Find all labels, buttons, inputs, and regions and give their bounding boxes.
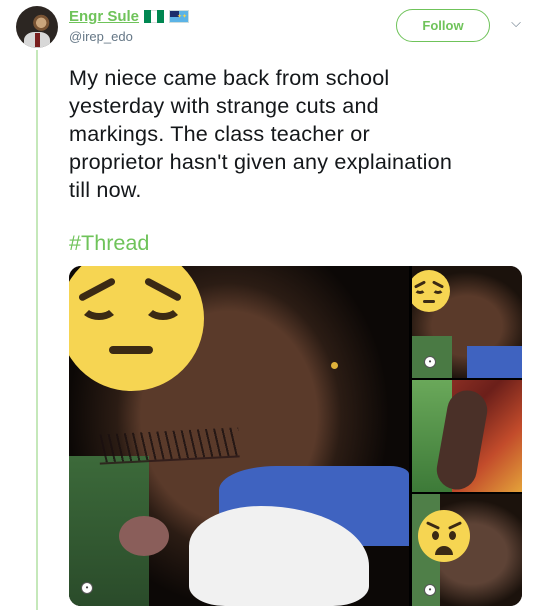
photo-stitches: [98, 427, 240, 465]
tuvalu-flag-icon: [169, 10, 190, 23]
tweet-text: My niece came back from school yesterday…: [69, 64, 524, 204]
photo-main[interactable]: •: [69, 266, 409, 606]
photo-thumb-1[interactable]: •: [412, 266, 522, 378]
photo-earring: [331, 362, 338, 369]
hashtag-link[interactable]: #Thread: [69, 230, 149, 256]
avatar-tie: [35, 33, 40, 47]
follow-button[interactable]: Follow: [396, 9, 490, 42]
user-name-row: Engr Sule: [69, 8, 190, 25]
nigeria-flag-icon: [144, 10, 165, 23]
photo-lips: [119, 516, 169, 556]
thread-line: [36, 50, 38, 610]
gif-dot-icon: •: [81, 582, 93, 594]
worried-face-emoji-icon: [418, 510, 470, 562]
photo-cloth: [467, 346, 522, 378]
gif-dot-icon: •: [424, 356, 436, 368]
gif-dot-icon: •: [424, 584, 436, 596]
display-name[interactable]: Engr Sule: [69, 8, 139, 25]
user-handle[interactable]: @irep_edo: [69, 29, 133, 44]
photo-thumb-3[interactable]: •: [412, 494, 522, 606]
media-grid: • • •: [69, 266, 522, 606]
tweet-body: My niece came back from school yesterday…: [69, 65, 453, 202]
avatar[interactable]: [16, 6, 58, 48]
chevron-down-icon[interactable]: ⌵: [509, 16, 523, 30]
tweet: Engr Sule @irep_edo Follow ⌵ My niece ca…: [0, 0, 541, 610]
pensive-face-emoji-icon: [412, 270, 450, 312]
photo-thumb-2[interactable]: [412, 380, 522, 492]
pensive-face-emoji-icon: [69, 266, 204, 391]
